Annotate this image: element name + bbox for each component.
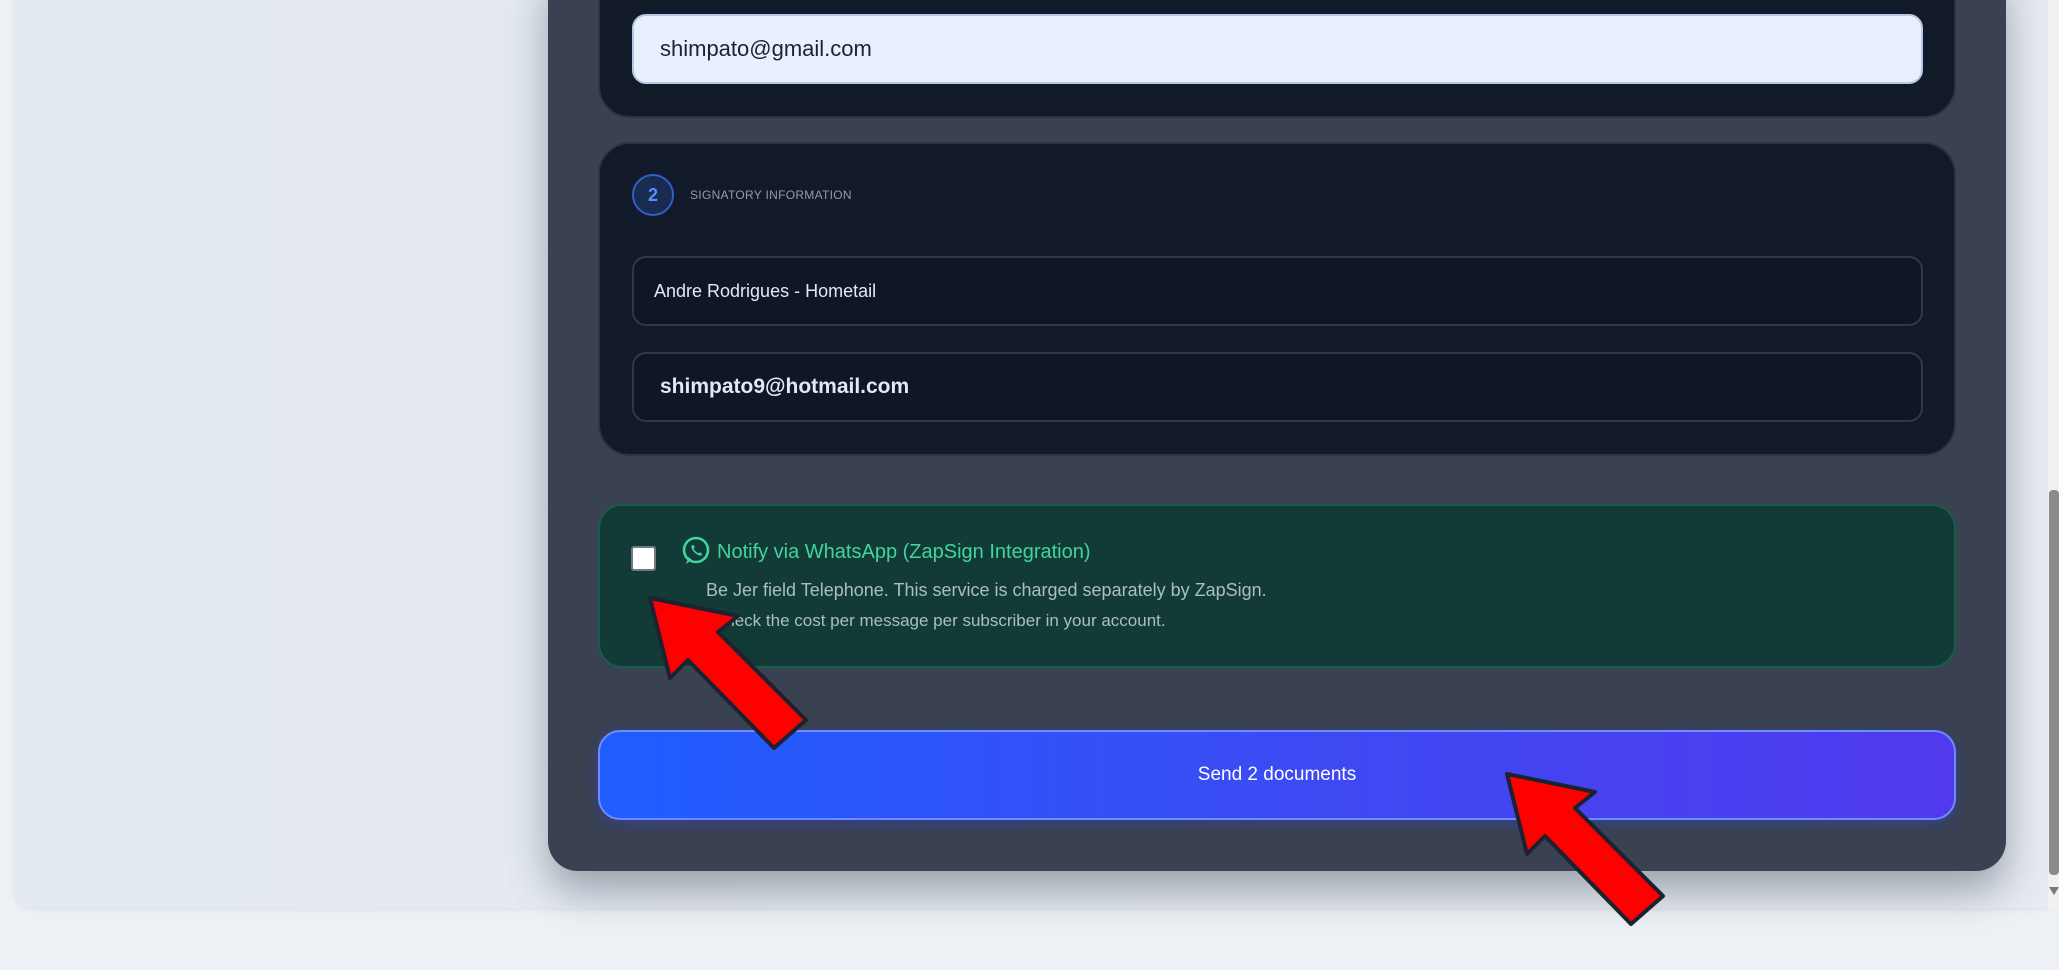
signatory-name-value: Andre Rodrigues - Hometail — [654, 280, 877, 301]
annotation-arrow-icon — [1505, 772, 1665, 926]
send-documents-label: Send 2 documents — [1197, 764, 1357, 785]
whatsapp-notify-checkbox[interactable] — [631, 546, 656, 571]
annotation-arrow-icon — [648, 596, 808, 750]
signatory-email-field[interactable]: shimpato9@hotmail.com — [632, 352, 1923, 422]
sender-email-value: shimpato@gmail.com — [660, 36, 872, 61]
whatsapp-notify-title: Notify via WhatsApp (ZapSign Integration… — [717, 541, 1091, 563]
whatsapp-icon — [682, 536, 710, 564]
section-label: SIGNATORY INFORMATION — [690, 188, 852, 202]
scroll-down-arrow-icon[interactable] — [2049, 887, 2059, 895]
signatory-email-value: shimpato9@hotmail.com — [660, 375, 910, 398]
step-badge: 2 — [632, 174, 674, 216]
scrollbar-thumb[interactable] — [2049, 490, 2059, 875]
signatory-name-field[interactable]: Andre Rodrigues - Hometail — [632, 256, 1923, 326]
sender-email-field[interactable]: shimpato@gmail.com — [632, 14, 1923, 84]
